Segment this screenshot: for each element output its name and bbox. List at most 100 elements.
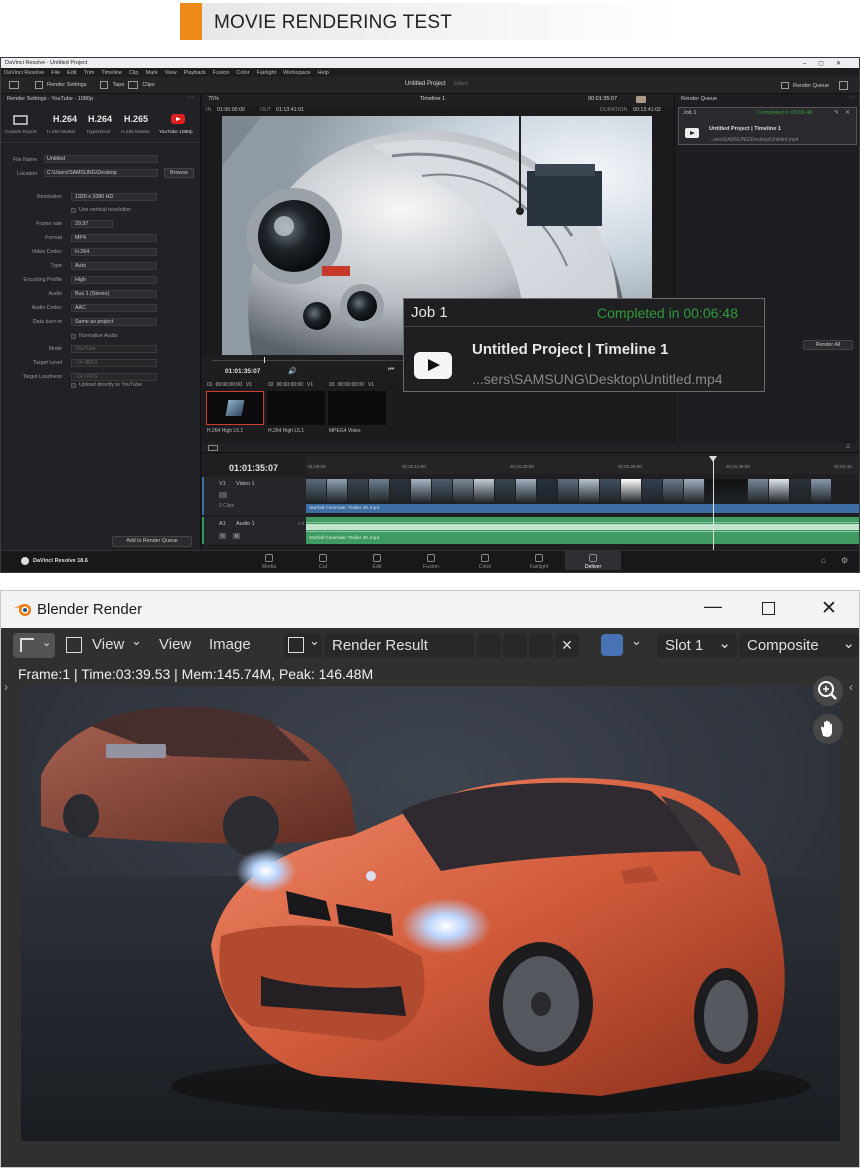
render-result-image[interactable] xyxy=(21,686,840,1141)
preset-badge-h264-master[interactable]: H.264 xyxy=(53,114,77,124)
setting-value-dropdown[interactable]: Bus 1 (Stereo) xyxy=(71,290,157,298)
home-icon[interactable]: ⌂ xyxy=(821,556,826,565)
monitor-icon[interactable] xyxy=(9,81,19,89)
menu-item[interactable]: DaVinci Resolve xyxy=(4,70,44,76)
display-channels-button[interactable]: ⌄ xyxy=(599,633,649,658)
clips-button[interactable]: Clips xyxy=(142,82,154,88)
page-tab-media[interactable]: Media xyxy=(241,554,297,570)
normalize-audio-checkbox[interactable] xyxy=(71,333,76,339)
audio-meter-icon[interactable]: ♫ xyxy=(845,443,850,450)
custom-export-icon[interactable] xyxy=(13,115,28,125)
menu-item[interactable]: Help xyxy=(318,70,329,76)
browse-button[interactable]: Browse xyxy=(164,168,194,178)
render-job-card[interactable]: Job 1 Completed in 00:06:48 ✎ ✕ Untitled… xyxy=(678,107,857,145)
skip-back-icon[interactable]: ⏮ xyxy=(388,366,394,374)
expand-icon[interactable] xyxy=(839,81,849,90)
menu-item[interactable]: Color xyxy=(236,70,249,76)
unlink-image-icon[interactable]: ✕ xyxy=(555,633,579,658)
page-tab-deliver[interactable]: Deliver xyxy=(565,551,621,570)
maximize-icon[interactable] xyxy=(762,602,775,615)
editor-type-button[interactable]: ⌄ xyxy=(13,633,55,658)
clip-thumbnail[interactable] xyxy=(267,391,325,425)
menu-item[interactable]: Timeline xyxy=(101,70,122,76)
tape-icon[interactable] xyxy=(100,81,109,89)
menu-item[interactable]: Mark xyxy=(146,70,158,76)
playhead-marker[interactable] xyxy=(264,357,265,363)
viewer-mode-icon[interactable] xyxy=(636,96,646,103)
file-name-input[interactable]: Untitled xyxy=(44,155,158,163)
setting-value-dropdown[interactable]: AAC xyxy=(71,304,157,312)
use-vertical-checkbox[interactable] xyxy=(71,207,76,213)
volume-icon[interactable]: 🔊 xyxy=(288,367,297,375)
close-icon[interactable]: ✕ xyxy=(821,597,837,620)
tape-button[interactable]: Tape xyxy=(112,82,124,88)
render-job-popup[interactable]: Job 1 Completed in 00:06:48 Untitled Pro… xyxy=(403,298,765,392)
zoom-level[interactable]: 75% xyxy=(208,96,219,102)
slot-dropdown[interactable]: Slot 1 ⌄ xyxy=(657,633,737,658)
duplicate-image-icon[interactable] xyxy=(503,633,527,658)
audio-clip[interactable]: Starfall Cinematic Trailer 4K.mp4 xyxy=(306,517,859,544)
mute-button[interactable]: M xyxy=(233,533,240,539)
minimize-icon[interactable]: — xyxy=(704,596,722,617)
open-folder-icon[interactable] xyxy=(529,633,553,658)
more-options-icon[interactable]: ··· xyxy=(187,94,194,101)
fake-user-shield-icon[interactable] xyxy=(477,633,501,658)
clip-thumbnail[interactable] xyxy=(328,391,386,425)
page-tab-fusion[interactable]: Fusion xyxy=(403,554,459,570)
pan-hand-icon[interactable] xyxy=(813,714,843,744)
preset-badge-hyperdeck[interactable]: H.264 xyxy=(88,114,112,124)
left-sidebar-toggle-icon[interactable]: › xyxy=(4,680,8,694)
menu-item[interactable]: Fusion xyxy=(213,70,230,76)
setting-value-dropdown[interactable]: MP4 xyxy=(71,234,157,242)
setting-value-dropdown[interactable]: High xyxy=(71,276,157,284)
edit-job-icon[interactable]: ✎ xyxy=(834,109,839,116)
render-queue-icon[interactable] xyxy=(781,82,789,89)
menu-item[interactable]: Clip xyxy=(129,70,138,76)
upload-youtube[interactable]: Upload directly to YouTube xyxy=(71,382,142,388)
render-settings-icon[interactable] xyxy=(35,81,43,89)
menu-item[interactable]: File xyxy=(51,70,60,76)
clips-icon[interactable] xyxy=(128,81,139,89)
preset-badge-h265-master[interactable]: H.265 xyxy=(124,114,148,124)
normalize-audio[interactable]: Normalize Audio xyxy=(71,333,118,339)
add-to-render-queue-button[interactable]: Add to Render Queue xyxy=(112,536,192,547)
solo-button[interactable]: S xyxy=(219,533,226,539)
view-mode-button[interactable]: View ⌄ xyxy=(62,633,144,658)
page-tab-color[interactable]: Color xyxy=(457,554,513,570)
setting-value-dropdown[interactable]: Same as project xyxy=(71,318,157,326)
timeline-view-icon[interactable] xyxy=(208,445,218,451)
view-menu[interactable]: View xyxy=(159,636,191,653)
menu-item[interactable]: View xyxy=(165,70,177,76)
page-tab-cut[interactable]: Cut xyxy=(295,554,351,570)
page-tab-edit[interactable]: Edit xyxy=(349,554,405,570)
queue-options-icon[interactable]: ··· xyxy=(848,94,855,101)
menu-item[interactable]: Trim xyxy=(84,70,95,76)
render-settings-button[interactable]: Render Settings xyxy=(47,82,86,88)
video-clip-strip[interactable] xyxy=(306,479,859,503)
preset-label-h265[interactable]: H.265 Master xyxy=(121,130,150,135)
preset-label-youtube[interactable]: YouTube 1080p xyxy=(159,130,193,135)
menu-item[interactable]: Edit xyxy=(67,70,76,76)
setting-value-dropdown[interactable]: H.264 xyxy=(71,248,157,256)
location-input[interactable]: C:\Users\SAMSUNG\Desktop xyxy=(44,169,158,177)
window-controls[interactable]: –▢✕ xyxy=(803,60,853,67)
youtube-preset-icon[interactable] xyxy=(171,114,185,124)
settings-gear-icon[interactable]: ⚙ xyxy=(841,556,848,565)
preset-label-hyperdeck[interactable]: HyperDeck xyxy=(87,130,111,135)
render-pass-dropdown[interactable]: Composite ⌄ xyxy=(739,633,859,658)
upload-youtube-checkbox[interactable] xyxy=(71,382,76,388)
page-tab-fairlight[interactable]: Fairlight xyxy=(511,554,567,570)
setting-value-dropdown[interactable]: -14 LKFS xyxy=(71,373,157,381)
timeline-name[interactable]: Timeline 1 xyxy=(420,96,445,102)
menu-item[interactable]: Workspace xyxy=(283,70,310,76)
setting-value-dropdown[interactable]: 29.97 xyxy=(71,220,113,228)
image-browse-button[interactable]: ⌄ xyxy=(284,633,322,658)
render-all-button[interactable]: Render All xyxy=(803,340,853,350)
setting-value-dropdown[interactable]: Auto xyxy=(71,262,157,270)
preset-label-custom[interactable]: Custom Export xyxy=(5,130,37,135)
image-menu[interactable]: Image xyxy=(209,636,251,653)
right-sidebar-toggle-icon[interactable]: ‹ xyxy=(849,680,853,694)
setting-value-dropdown[interactable]: -14 dBFS xyxy=(71,359,157,367)
zoom-icon[interactable] xyxy=(813,676,843,706)
track-lock-icon[interactable] xyxy=(219,492,227,498)
